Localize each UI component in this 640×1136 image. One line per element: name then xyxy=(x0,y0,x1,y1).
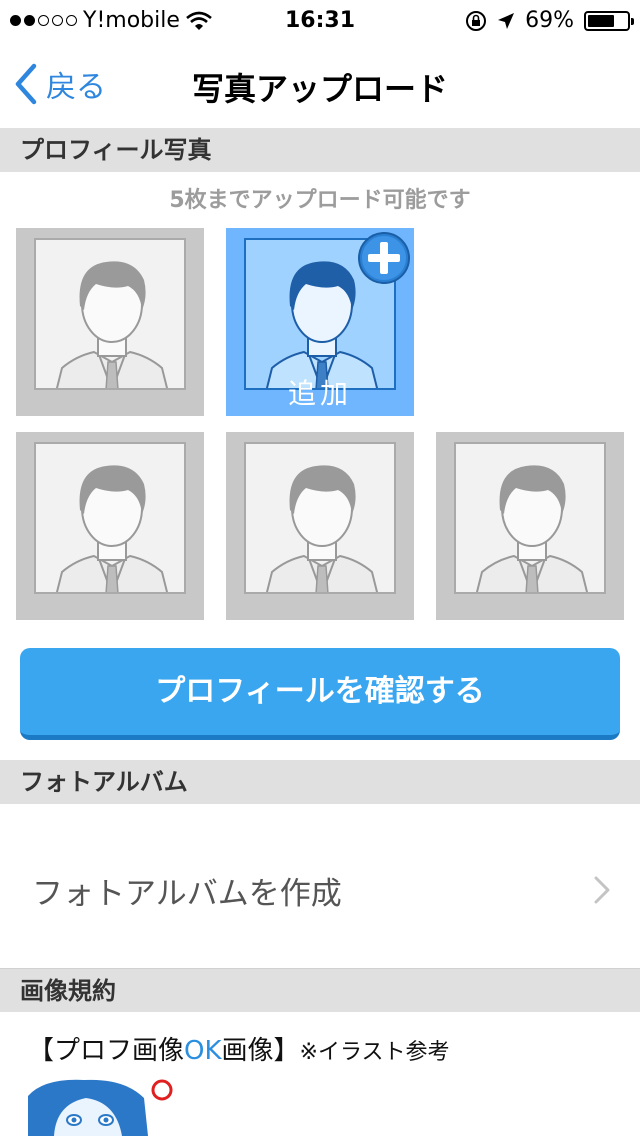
caption-note: ※イラスト参考 xyxy=(299,1040,450,1065)
photo-album-section-header: フォトアルバム xyxy=(0,760,640,804)
add-photo-button[interactable]: 追加 xyxy=(226,228,414,416)
create-photo-album-label: フォトアルバムを作成 xyxy=(32,876,342,912)
image-terms-section-header: 画像規約 xyxy=(0,968,640,1012)
status-bar: Y!mobile 16:31 69% xyxy=(0,0,640,40)
rotation-lock-icon xyxy=(466,10,487,31)
ok-sample-illustration xyxy=(24,1076,176,1136)
avatar-placeholder xyxy=(244,442,396,594)
profile-photo-slot-1[interactable] xyxy=(16,228,204,416)
profile-photo-slot-5[interactable] xyxy=(436,432,624,620)
plus-icon xyxy=(358,232,410,284)
avatar-placeholder xyxy=(34,238,186,390)
chevron-right-icon xyxy=(594,876,610,904)
profile-photo-slot-3[interactable] xyxy=(16,432,204,620)
avatar-placeholder xyxy=(34,442,186,594)
profile-photo-section-header: プロフィール写真 xyxy=(0,128,640,172)
confirm-profile-button[interactable]: プロフィールを確認する xyxy=(20,648,620,740)
location-arrow-icon xyxy=(498,12,515,29)
add-photo-label: 追加 xyxy=(287,377,352,410)
create-photo-album-row[interactable]: フォトアルバムを作成 xyxy=(0,806,640,968)
battery-fill xyxy=(588,14,615,27)
caption-suffix: 画像】 xyxy=(221,1036,300,1066)
caption-ok: OK xyxy=(184,1036,222,1066)
battery-percent: 69% xyxy=(525,8,574,33)
profile-photo-slot-4[interactable] xyxy=(226,432,414,620)
ok-mark-icon xyxy=(151,1079,173,1101)
upload-limit-note: 5枚までアップロード可能です xyxy=(169,188,471,213)
navigation-bar: 戻る 写真アップロード xyxy=(0,40,640,128)
battery-icon xyxy=(584,10,634,31)
page-title: 写真アップロード xyxy=(191,70,448,108)
ok-image-example-caption: 【プロフ画像OK画像】※イラスト参考 xyxy=(28,1030,450,1067)
avatar-placeholder xyxy=(454,442,606,594)
status-right: 69% xyxy=(465,8,634,33)
caption-prefix: 【プロフ画像 xyxy=(28,1036,185,1066)
